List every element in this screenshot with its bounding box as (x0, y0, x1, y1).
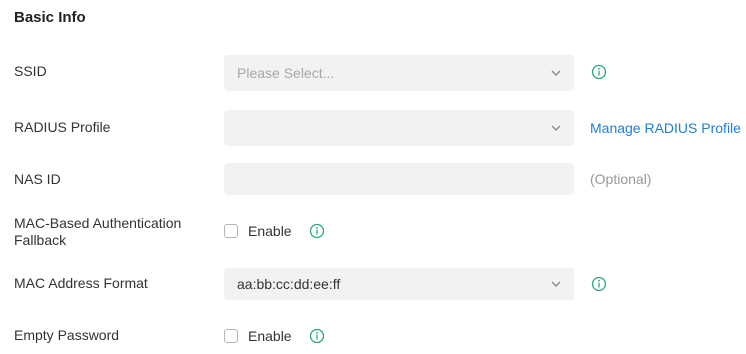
nas-id-optional-hint: (Optional) (590, 171, 652, 187)
empty-password-label: Empty Password (14, 327, 120, 343)
ssid-select[interactable]: Please Select... (224, 55, 574, 91)
empty-password-enable-label[interactable]: Enable (248, 328, 292, 345)
mac-address-format-value: aa:bb:cc:dd:ee:ff (237, 276, 341, 292)
mac-auth-fallback-enable-label[interactable]: Enable (248, 223, 292, 240)
mac-address-format-label: MAC Address Format (14, 275, 148, 291)
mac-auth-fallback-label: MAC-Based Authentication Fallback (14, 215, 182, 248)
mac-auth-fallback-checkbox[interactable] (224, 224, 238, 238)
chevron-down-icon (551, 125, 561, 131)
mac-auth-fallback-info-icon[interactable] (309, 223, 325, 239)
nas-id-label: NAS ID (14, 171, 61, 187)
ssid-placeholder: Please Select... (237, 65, 335, 81)
ssid-label: SSID (14, 63, 47, 79)
radius-profile-label: RADIUS Profile (14, 119, 111, 135)
mac-address-format-info-icon[interactable] (591, 276, 607, 292)
chevron-down-icon (551, 70, 561, 76)
nas-id-input[interactable] (224, 163, 574, 195)
chevron-down-icon (551, 281, 561, 287)
radius-profile-select[interactable] (224, 110, 574, 146)
empty-password-checkbox[interactable] (224, 329, 238, 343)
basic-info-form: Basic Info SSID Please Select... RADIUS … (0, 0, 746, 354)
mac-address-format-select[interactable]: aa:bb:cc:dd:ee:ff (224, 268, 574, 300)
manage-radius-profile-link[interactable]: Manage RADIUS Profile (590, 110, 741, 146)
empty-password-info-icon[interactable] (309, 328, 325, 344)
section-title: Basic Info (14, 9, 86, 26)
ssid-info-icon[interactable] (591, 64, 607, 80)
